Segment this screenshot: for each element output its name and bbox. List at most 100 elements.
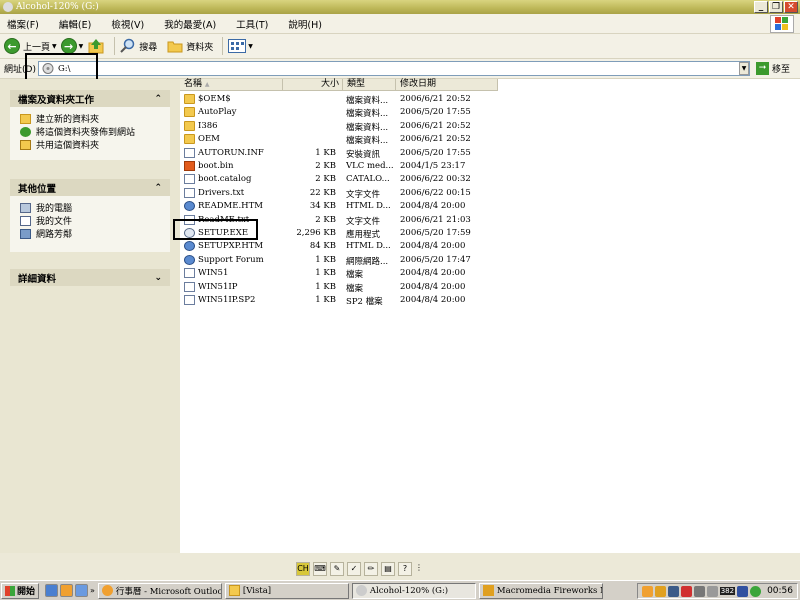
menu-tools[interactable]: 工具(T) [233,16,271,32]
file-date: 2006/6/21 20:52 [400,120,471,131]
tray-badge[interactable]: 382 [719,587,736,595]
drive-icon [42,63,54,74]
place-label: 網路芳鄰 [36,230,73,240]
expand-icon[interactable]: ⌄ [154,273,162,283]
task-label: 建立新的資料夾 [36,115,100,125]
file-row[interactable]: WIN51IP 1 KB 檔案 2004/8/4 20:00 [180,281,480,294]
forward-button[interactable]: → ▼ [60,38,84,54]
details-panel: 詳細資料 ⌄ [10,269,170,286]
tool-icon[interactable]: ✎ [330,562,344,576]
file-name: ReadME.txt [198,214,250,225]
title-bar[interactable]: Alcohol-120% (G:) _ ❐ ✕ [0,0,800,14]
tray-network-icon[interactable] [667,585,679,597]
file-row[interactable]: Drivers.txt 22 KB 文字文件 2006/6/22 00:15 [180,187,480,200]
task-share-folder[interactable]: 共用這個資料夾 [20,138,166,151]
windows-logo-icon [770,15,794,33]
file-date: 2006/5/20 17:59 [400,228,471,238]
file-row[interactable]: boot.bin 2 KB VLC med... 2004/1/5 23:17 [180,160,480,173]
outlook-icon[interactable] [60,584,74,597]
file-row[interactable]: AutoPlay 檔案資料... 2006/5/20 17:55 [180,106,480,119]
file-type: HTML D... [346,201,391,212]
file-row[interactable]: WIN51 1 KB 檔案 2004/8/4 20:00 [180,267,480,280]
quick-launch-more-icon[interactable]: » [90,586,95,595]
details-header[interactable]: 詳細資料 ⌄ [10,269,170,286]
input-method-icon[interactable]: CH [296,562,310,576]
menu-help[interactable]: 說明(H) [285,16,325,32]
tray-antivirus-icon[interactable] [680,585,692,597]
forward-dropdown-icon[interactable]: ▼ [79,43,84,50]
column-header-type[interactable]: 類型 [343,79,396,91]
search-button[interactable]: 搜尋 [120,38,157,54]
handwriting-icon[interactable]: ✓ [347,562,361,576]
taskbar-alcohol[interactable]: Alcohol-120% (G:) [351,582,476,599]
back-dropdown-icon[interactable]: ▼ [52,43,57,50]
place-network[interactable]: 網路芳鄰 [20,227,166,240]
app-icon [3,2,13,12]
menu-view[interactable]: 檢視(V) [108,16,147,32]
maximize-button[interactable]: ❐ [769,1,783,13]
file-date: 2006/6/22 00:15 [400,187,471,198]
taskbar-fireworks[interactable]: Macromedia Fireworks M... [478,582,603,599]
tray-messenger-icon[interactable] [750,585,762,597]
menu-edit[interactable]: 編輯(E) [56,16,94,32]
file-row[interactable]: I386 檔案資料... 2006/6/21 20:52 [180,120,480,133]
other-places-header[interactable]: 其他位置 ⌃ [10,179,170,196]
ie-icon[interactable] [45,584,59,597]
place-my-computer[interactable]: 我的電腦 [20,201,166,214]
minimize-button[interactable]: _ [754,1,768,13]
file-row[interactable]: README.HTM 34 KB HTML D... 2004/8/4 20:00 [180,200,480,213]
file-tasks-header[interactable]: 檔案及資料夾工作 ⌃ [10,90,170,107]
address-input[interactable]: G:\ [38,61,750,76]
search-icon [120,38,135,53]
file-row[interactable]: SETUP.EXE 2,296 KB 應用程式 2006/5/20 17:59 [180,227,480,240]
go-button[interactable]: ➞ 移至 [756,62,790,75]
folder-icon [184,120,195,131]
up-folder-button[interactable] [87,37,105,55]
folder-task-icon [228,585,240,596]
edit-icon[interactable]: ✏ [364,562,378,576]
collapse-icon[interactable]: ⌃ [154,183,162,193]
file-row[interactable]: boot.catalog 2 KB CATALO... 2006/6/22 00:32 [180,173,480,186]
file-row[interactable]: $OEM$ 檔案資料... 2006/6/21 20:52 [180,93,480,106]
file-row[interactable]: OEM 檔案資料... 2006/6/21 20:52 [180,133,480,146]
file-size: 2 KB [315,174,336,185]
close-button[interactable]: ✕ [784,1,798,13]
tray-phone-icon[interactable] [737,585,749,597]
start-button[interactable]: 開始 [1,582,40,599]
pad-icon[interactable]: ▤ [381,562,395,576]
clock[interactable]: 00:56 [767,586,793,596]
keyboard-icon[interactable]: ⌨ [313,562,327,576]
file-row[interactable]: Support Forum 1 KB 網際網路... 2006/5/20 17:47 [180,254,480,267]
browser-icon[interactable] [75,584,89,597]
taskbar-vista-folder[interactable]: [Vista] [224,582,349,599]
collapse-icon[interactable]: ⌃ [154,94,162,104]
task-new-folder[interactable]: 建立新的資料夾 [20,112,166,125]
doc-icon [184,214,195,225]
column-header-date[interactable]: 修改日期 [396,79,498,91]
views-dropdown-icon[interactable]: ▼ [248,43,253,50]
taskbar-outlook[interactable]: 行事曆 - Microsoft Outlook [97,582,222,599]
column-header-name[interactable]: 名稱 ▲ [180,79,283,91]
file-row[interactable]: SETUPXP.HTM 84 KB HTML D... 2004/8/4 20:00 [180,240,480,253]
column-header-size[interactable]: 大小 [283,79,343,91]
tray-alert-icon[interactable] [654,585,666,597]
tray-outlook-icon[interactable] [641,585,653,597]
address-dropdown-icon[interactable]: ▼ [739,62,749,75]
htm-icon [184,254,195,265]
help-icon[interactable]: ? [398,562,412,576]
language-bar: CH ⌨ ✎ ✓ ✏ ▤ ? ⋮ [296,562,423,579]
task-publish-web[interactable]: 將這個資料夾發佈到網站 [20,125,166,138]
menu-favorites[interactable]: 我的最愛(A) [161,16,219,32]
tray-volume-icon[interactable] [706,585,718,597]
file-row[interactable]: AUTORUN.INF 1 KB 安裝資訊 2006/5/20 17:55 [180,147,480,160]
views-button[interactable]: ▼ [228,39,253,53]
tray-settings-icon[interactable] [693,585,705,597]
options-icon[interactable]: ⋮ [415,562,423,576]
back-button[interactable]: ← 上一頁 ▼ [4,38,57,54]
file-row[interactable]: ReadME.txt 2 KB 文字文件 2006/6/21 21:03 [180,214,480,227]
place-my-documents[interactable]: 我的文件 [20,214,166,227]
menu-file[interactable]: 檔案(F) [4,16,42,32]
my-documents-icon [20,215,31,226]
folders-button[interactable]: 資料夾 [167,39,213,53]
file-row[interactable]: WIN51IP.SP2 1 KB SP2 檔案 2004/8/4 20:00 [180,294,480,307]
